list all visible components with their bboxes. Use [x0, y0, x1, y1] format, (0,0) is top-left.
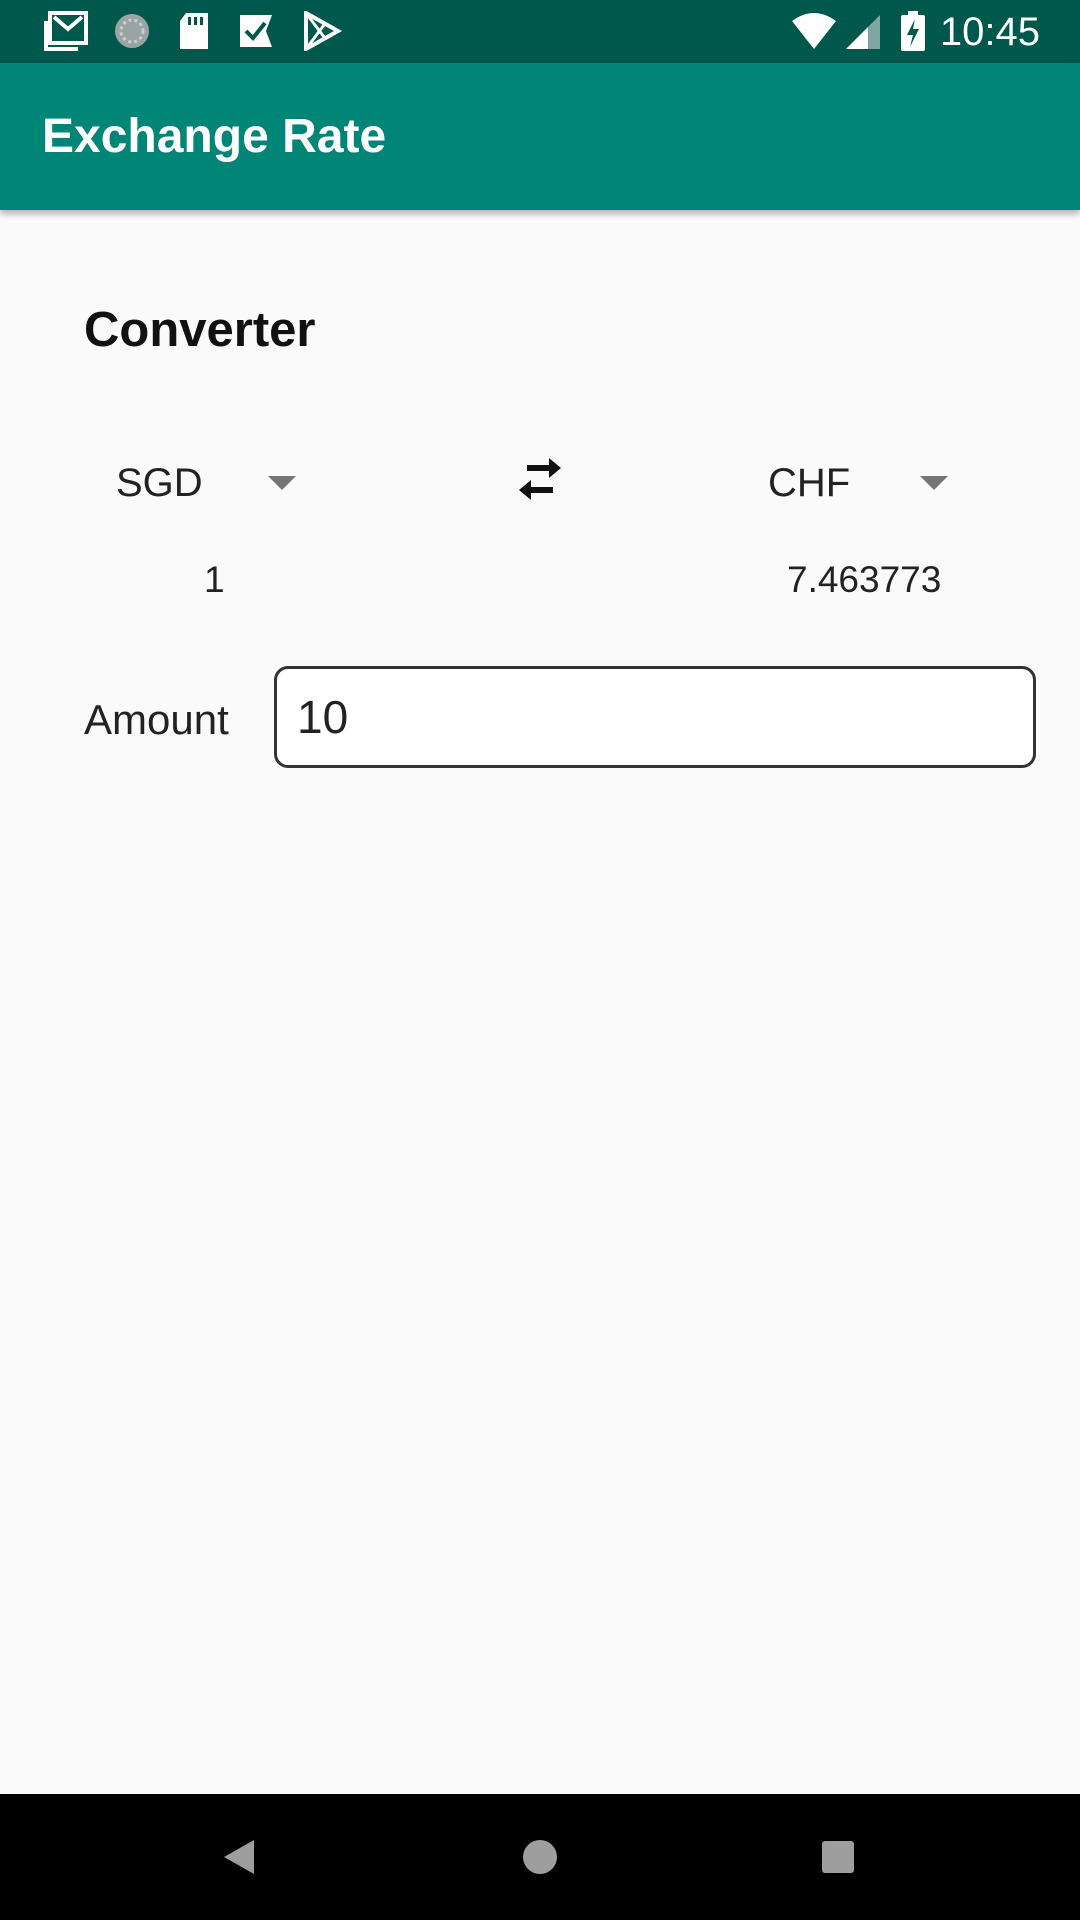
back-icon[interactable] — [206, 1822, 276, 1892]
to-currency-spinner[interactable]: CHF — [734, 448, 954, 518]
amount-label: Amount — [84, 696, 229, 743]
battery-charging-icon — [901, 11, 925, 51]
swap-horiz-icon[interactable] — [505, 448, 575, 518]
wifi-icon — [792, 13, 836, 49]
status-bar: 10:45 — [0, 0, 1080, 63]
from-currency-label: SGD — [116, 461, 203, 505]
sd-card-icon — [180, 13, 208, 49]
chevron-down-icon — [920, 476, 948, 490]
navigation-bar — [0, 1794, 1080, 1920]
loading-icon — [115, 14, 149, 48]
to-rate-value: 7.463773 — [787, 559, 942, 600]
play-store-icon — [304, 11, 343, 51]
gmail-icon — [44, 11, 88, 51]
amount-input[interactable] — [274, 666, 1036, 768]
app-bar: Exchange Rate — [0, 63, 1080, 210]
task-check-icon — [240, 15, 272, 47]
from-rate-value: 1 — [204, 559, 225, 600]
recents-icon[interactable] — [803, 1822, 873, 1892]
cellular-signal-icon — [846, 15, 880, 49]
converter-title: Converter — [84, 303, 316, 357]
chevron-down-icon — [268, 476, 296, 490]
from-currency-spinner[interactable]: SGD — [84, 448, 304, 518]
to-currency-label: CHF — [768, 461, 851, 505]
home-icon[interactable] — [505, 1822, 575, 1892]
status-time: 10:45 — [939, 10, 1040, 54]
app-title: Exchange Rate — [42, 110, 387, 163]
